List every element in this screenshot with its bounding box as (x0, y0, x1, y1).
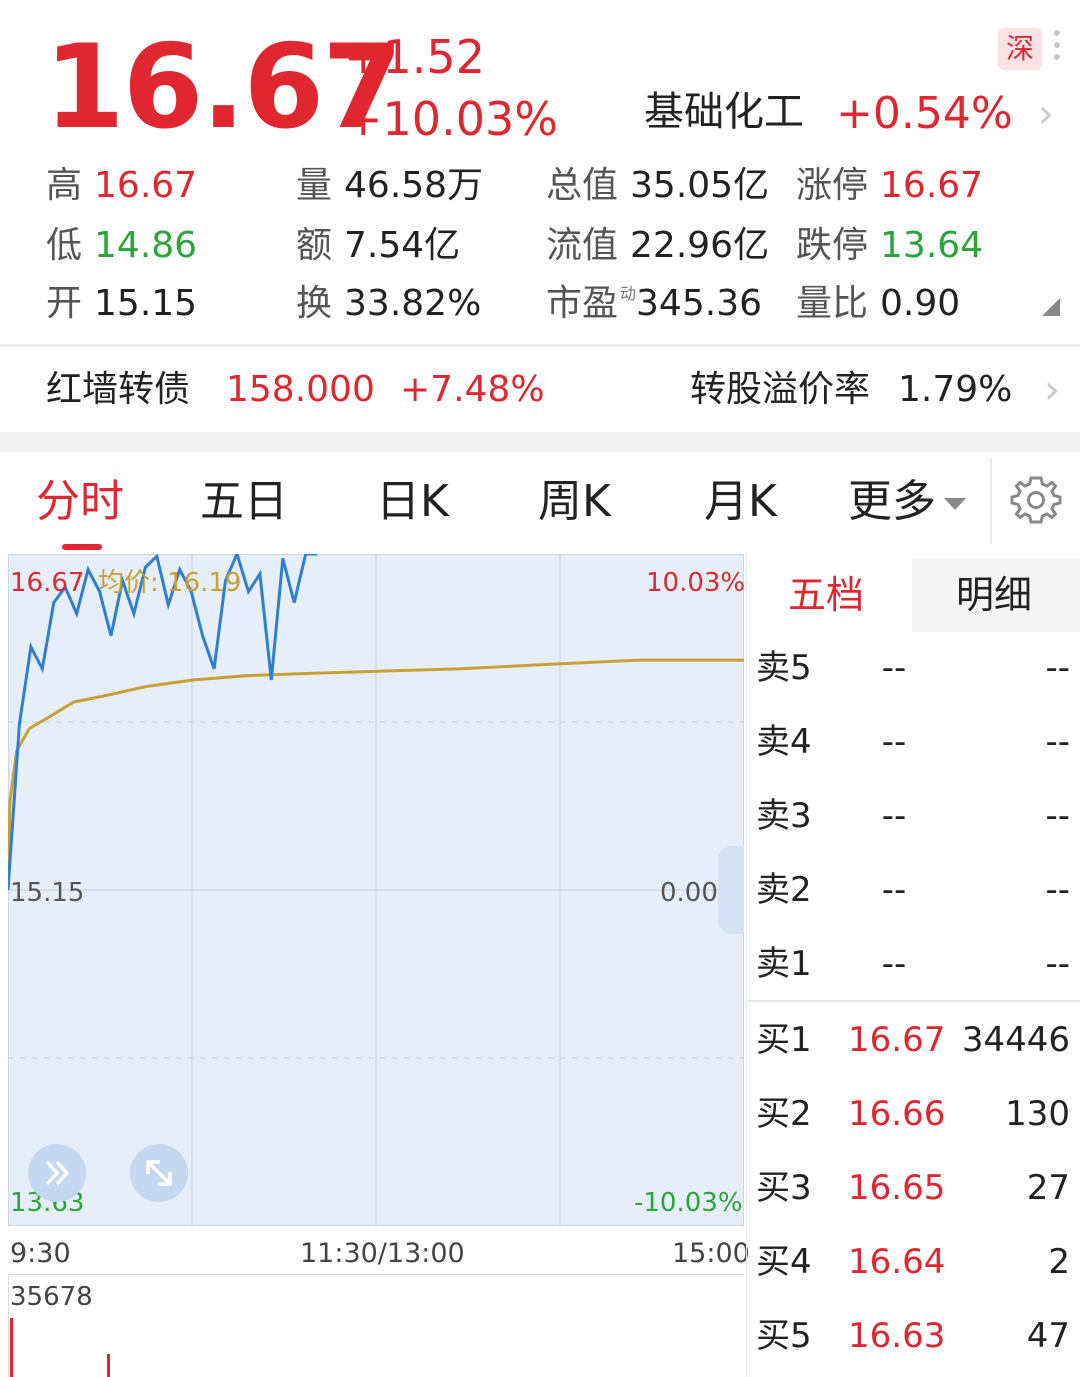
divider (748, 1000, 1080, 1002)
chevron-right-icon[interactable]: › (1038, 94, 1054, 134)
fast-forward-button[interactable] (28, 1144, 86, 1202)
premium-label: 转股溢价率 (690, 369, 871, 410)
ask-row-1: 卖1 -- -- (756, 944, 1070, 984)
tab-five-levels[interactable]: 五档 (788, 576, 864, 614)
chevron-right-icon[interactable]: › (1044, 370, 1060, 410)
gear-icon[interactable] (1010, 474, 1062, 526)
volume-chart[interactable] (8, 1274, 744, 1377)
ask-row-5: 卖5 -- -- (756, 648, 1070, 688)
sector-change[interactable]: +0.54% (836, 92, 1013, 136)
time-start: 9:30 (10, 1238, 71, 1269)
section-gap (0, 432, 1080, 452)
stat-amount: 额 7.54亿 (296, 225, 461, 266)
stat-pe: 市盈 动345.36 (546, 283, 762, 324)
bond-change: +7.48% (400, 369, 545, 410)
market-badge[interactable]: 深 (998, 28, 1042, 70)
tab-five-day[interactable]: 五日 (200, 480, 288, 524)
bid-row-5: 买5 16.63 47 (756, 1316, 1070, 1356)
stat-turnover: 换 33.82% (296, 283, 482, 324)
chart-top-price: 16.67 (10, 568, 85, 598)
divider (0, 344, 1080, 347)
chart-bottom-pct: -10.03% (634, 1188, 743, 1218)
tab-indicator (62, 544, 102, 550)
tab-daily-k[interactable]: 日K (376, 480, 449, 524)
stat-limit-down: 跌停 13.64 (796, 225, 984, 266)
stat-low: 低 14.86 (46, 225, 198, 266)
divider (746, 554, 747, 1377)
volume-max-label: 35678 (10, 1282, 93, 1312)
stat-open: 开 15.15 (46, 283, 198, 324)
stat-float-cap: 流值 22.96亿 (546, 225, 770, 266)
time-end: 15:00 (672, 1238, 750, 1269)
price-change: +1.52 (344, 30, 485, 84)
bid-row-1: 买1 16.67 34446 (756, 1020, 1070, 1060)
sector-name[interactable]: 基础化工 (644, 92, 804, 132)
expand-arrows-icon (146, 1160, 172, 1186)
bid-row-4: 买4 16.64 2 (756, 1242, 1070, 1282)
chart-mid-price: 15.15 (10, 878, 85, 908)
expand-stats-icon[interactable] (1042, 298, 1060, 316)
chart-top-pct: 10.03% (646, 568, 746, 598)
stat-total-cap: 总值 35.05亿 (546, 165, 770, 206)
tab-monthly-k[interactable]: 月K (704, 480, 777, 524)
stat-limit-up: 涨停 16.67 (796, 165, 984, 206)
stat-volume: 量 46.58万 (296, 165, 484, 206)
bid-row-2: 买2 16.66 130 (756, 1094, 1070, 1134)
volume-bar (10, 1318, 13, 1377)
stat-high: 高 16.67 (46, 165, 198, 206)
expand-panel-handle[interactable] (718, 846, 744, 934)
bond-name[interactable]: 红墙转债 (46, 372, 190, 408)
more-options-icon[interactable] (1052, 30, 1062, 70)
tab-intraday[interactable]: 分时 (36, 480, 124, 524)
ask-row-4: 卖4 -- -- (756, 722, 1070, 762)
fullscreen-button[interactable] (130, 1144, 188, 1202)
intraday-chart-svg (8, 554, 744, 1226)
time-mid: 11:30/13:00 (300, 1238, 465, 1269)
volume-bar (107, 1354, 110, 1377)
avg-price-label: 均价: 16.19 (98, 568, 242, 598)
double-chevron-right-icon (45, 1160, 70, 1186)
bid-row-3: 买3 16.65 27 (756, 1168, 1070, 1208)
tab-more[interactable]: 更多 (848, 480, 966, 524)
tab-weekly-k[interactable]: 周K (538, 480, 611, 524)
bond-price: 158.000 (226, 369, 375, 410)
divider (990, 458, 992, 544)
premium-value: 1.79% (898, 369, 1013, 410)
caret-down-icon (944, 498, 966, 510)
stat-vol-ratio: 量比 0.90 (796, 283, 961, 324)
price-change-percent: +10.03% (344, 92, 558, 146)
tab-details[interactable]: 明细 (956, 576, 1032, 614)
ask-row-2: 卖2 -- -- (756, 870, 1070, 910)
chart-grid (8, 554, 744, 1226)
ask-row-3: 卖3 -- -- (756, 796, 1070, 836)
price-line (8, 554, 318, 891)
